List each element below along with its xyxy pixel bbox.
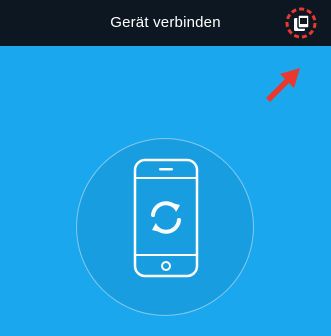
annotation-arrow bbox=[258, 46, 318, 106]
device-connect-button[interactable] bbox=[285, 7, 317, 39]
sync-arrows-icon bbox=[151, 201, 181, 234]
page-title: Gerät verbinden bbox=[110, 14, 221, 31]
phone-sync-icon bbox=[133, 158, 199, 278]
top-bar: Gerät verbinden bbox=[0, 0, 331, 46]
device-connect-icon bbox=[285, 7, 317, 39]
connect-device-screen: Gerät verbinden bbox=[0, 0, 331, 336]
device-illustration-circle bbox=[76, 138, 254, 316]
